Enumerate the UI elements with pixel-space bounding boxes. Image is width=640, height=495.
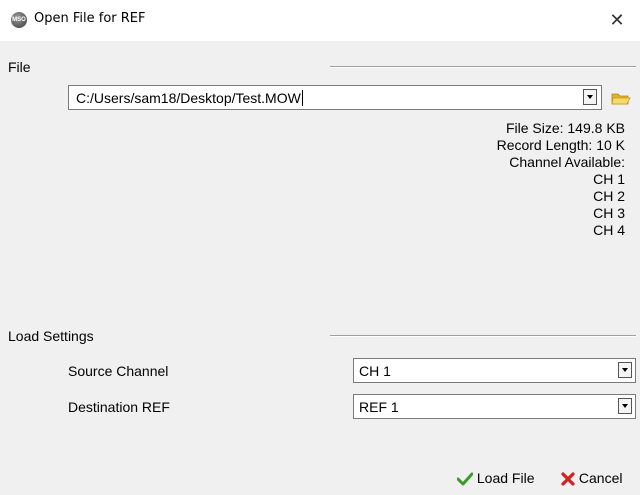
load-file-label: Load File <box>476 470 535 486</box>
file-info-panel: File Size: 149.8 KB Record Length: 10 K … <box>365 120 625 239</box>
channel-available-label: Channel Available: <box>509 154 625 170</box>
file-path-dropdown-button[interactable] <box>583 89 597 105</box>
checkmark-icon <box>456 472 474 486</box>
channel-item: CH 1 <box>593 171 625 187</box>
close-icon: ✕ <box>609 10 625 31</box>
load-settings-separator <box>330 335 636 337</box>
file-section-separator <box>330 66 636 68</box>
source-channel-select[interactable]: CH 1 <box>353 358 636 383</box>
source-channel-value: CH 1 <box>359 363 391 379</box>
load-file-button[interactable]: Load File <box>456 466 535 490</box>
title-bar: MSO Open File for REF ✕ <box>0 0 640 41</box>
source-channel-label: Source Channel <box>68 363 169 379</box>
close-button[interactable]: ✕ <box>594 0 640 41</box>
app-icon: MSO <box>11 12 27 28</box>
destination-ref-label: Destination REF <box>68 399 170 415</box>
folder-open-icon <box>611 93 631 105</box>
destination-ref-value: REF 1 <box>359 399 399 415</box>
browse-folder-button[interactable] <box>610 88 632 108</box>
channel-item: CH 3 <box>593 205 625 221</box>
text-cursor <box>301 90 303 106</box>
source-channel-dropdown-button[interactable] <box>618 362 632 378</box>
cancel-x-icon <box>561 472 575 486</box>
cancel-label: Cancel <box>578 470 623 486</box>
destination-ref-dropdown-button[interactable] <box>618 398 632 414</box>
channel-item: CH 4 <box>593 222 625 238</box>
file-section-label: File <box>8 59 31 75</box>
window-title: Open File for REF <box>34 11 146 26</box>
file-size-text: File Size: 149.8 KB <box>505 120 625 136</box>
file-path-input[interactable]: C:/Users/sam18/Desktop/Test.MOW <box>76 90 303 106</box>
file-path-combobox[interactable]: C:/Users/sam18/Desktop/Test.MOW <box>68 85 602 110</box>
destination-ref-select[interactable]: REF 1 <box>353 394 636 419</box>
cancel-button[interactable]: Cancel <box>561 466 622 490</box>
record-length-text: Record Length: 10 K <box>496 137 625 153</box>
load-settings-label: Load Settings <box>8 328 94 344</box>
channel-item: CH 2 <box>593 188 625 204</box>
